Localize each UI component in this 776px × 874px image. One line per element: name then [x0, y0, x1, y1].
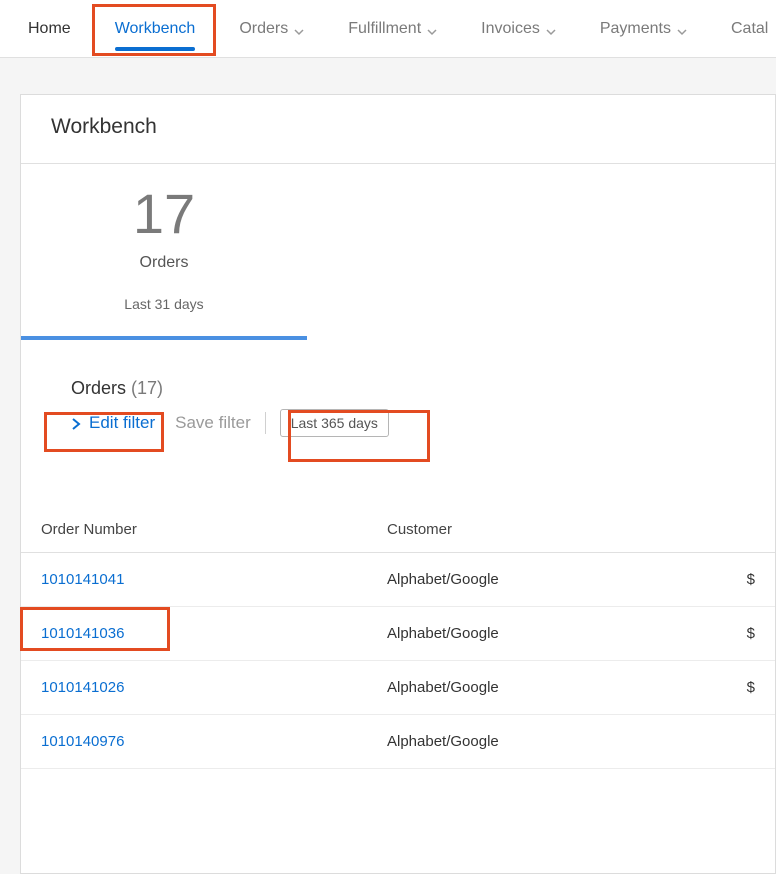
- nav-payments-label: Payments: [600, 20, 671, 38]
- page-body: Workbench 17 Orders Last 31 days Orders …: [0, 58, 776, 874]
- col-header-customer: Customer: [387, 521, 735, 538]
- spacer: [21, 449, 775, 509]
- nav-payments[interactable]: Payments: [600, 0, 687, 57]
- chevron-down-icon: [546, 24, 556, 34]
- nav-invoices[interactable]: Invoices: [481, 0, 556, 57]
- amount-cell: $: [735, 571, 755, 588]
- order-link[interactable]: 1010141041: [41, 571, 387, 588]
- nav-home[interactable]: Home: [28, 0, 71, 57]
- save-filter-button[interactable]: Save filter: [175, 413, 251, 433]
- amount-cell: $: [735, 679, 755, 696]
- section-heading: Orders (17): [21, 340, 775, 409]
- nav-orders[interactable]: Orders: [239, 0, 304, 57]
- order-link[interactable]: 1010141036: [41, 625, 387, 642]
- section-title: Orders: [71, 378, 126, 398]
- chevron-down-icon: [677, 24, 687, 34]
- col-header-order: Order Number: [41, 521, 387, 538]
- table-row[interactable]: 1010141026 Alphabet/Google $: [21, 661, 775, 715]
- nav-fulfillment[interactable]: Fulfillment: [348, 0, 437, 57]
- chevron-down-icon: [427, 24, 437, 34]
- nav-fulfillment-label: Fulfillment: [348, 20, 421, 38]
- divider: [265, 412, 266, 434]
- summary-subtext: Last 31 days: [51, 296, 277, 312]
- customer-cell: Alphabet/Google: [387, 733, 735, 750]
- summary-label: Orders: [51, 254, 277, 272]
- amount-cell: $: [735, 625, 755, 642]
- summary-tile[interactable]: 17 Orders Last 31 days: [21, 164, 307, 340]
- table-row[interactable]: 1010140976 Alphabet/Google: [21, 715, 775, 769]
- edit-filter-label: Edit filter: [89, 413, 155, 433]
- nav-workbench[interactable]: Workbench: [115, 0, 196, 57]
- customer-cell: Alphabet/Google: [387, 571, 735, 588]
- order-link[interactable]: 1010141026: [41, 679, 387, 696]
- summary-count: 17: [51, 186, 277, 242]
- nav-orders-label: Orders: [239, 20, 288, 38]
- nav-catalogs[interactable]: Catal: [731, 0, 768, 57]
- table-row[interactable]: 1010141041 Alphabet/Google $: [21, 553, 775, 607]
- section-count: (17): [131, 378, 163, 398]
- chevron-down-icon: [294, 24, 304, 34]
- customer-cell: Alphabet/Google: [387, 679, 735, 696]
- date-range-pill[interactable]: Last 365 days: [280, 409, 389, 437]
- col-header-amount: [735, 521, 755, 538]
- nav-invoices-label: Invoices: [481, 20, 540, 38]
- filter-row: Edit filter Save filter Last 365 days: [21, 409, 775, 449]
- table-row[interactable]: 1010141036 Alphabet/Google $: [21, 607, 775, 661]
- main-card: Workbench 17 Orders Last 31 days Orders …: [20, 94, 776, 874]
- table-header-row: Order Number Customer: [21, 509, 775, 553]
- order-link[interactable]: 1010140976: [41, 733, 387, 750]
- customer-cell: Alphabet/Google: [387, 625, 735, 642]
- chevron-right-icon: [69, 416, 83, 430]
- edit-filter-button[interactable]: Edit filter: [67, 409, 161, 437]
- page-title: Workbench: [21, 95, 775, 164]
- top-nav: Home Workbench Orders Fulfillment Invoic…: [0, 0, 776, 58]
